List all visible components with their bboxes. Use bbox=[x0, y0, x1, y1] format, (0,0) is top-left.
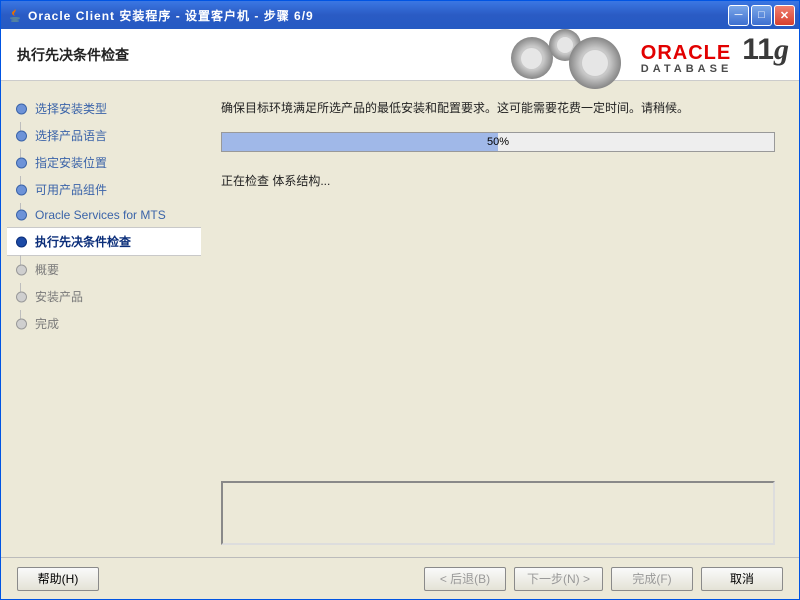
step-item: 完成 bbox=[7, 310, 201, 337]
main-panel: 确保目标环境满足所选产品的最低安装和配置要求。这可能需要花费一定时间。请稍候。 … bbox=[201, 81, 799, 557]
log-panel bbox=[221, 481, 775, 545]
step-item[interactable]: 选择产品语言 bbox=[7, 122, 201, 149]
page-title: 执行先决条件检查 bbox=[17, 45, 129, 65]
header-branding: ORACLE DATABASE 11g bbox=[479, 29, 789, 81]
help-button[interactable]: 帮助(H) bbox=[17, 567, 99, 591]
step-item[interactable]: 指定安装位置 bbox=[7, 149, 201, 176]
finish-button: 完成(F) bbox=[611, 567, 693, 591]
step-item: 安装产品 bbox=[7, 283, 201, 310]
brand-sub: DATABASE bbox=[641, 64, 732, 75]
footer: 帮助(H) < 后退(B) 下一步(N) > 完成(F) 取消 bbox=[1, 557, 799, 599]
gears-graphic bbox=[479, 29, 629, 81]
steps-sidebar: 选择安装类型选择产品语言指定安装位置可用产品组件Oracle Services … bbox=[1, 81, 201, 557]
progress-bar: 50% bbox=[221, 132, 775, 152]
progress-percent-label: 50% bbox=[222, 133, 774, 151]
instruction-text: 确保目标环境满足所选产品的最低安装和配置要求。这可能需要花费一定时间。请稍候。 bbox=[221, 99, 775, 116]
header: 执行先决条件检查 ORACLE DATABASE 11g bbox=[1, 29, 799, 81]
step-item[interactable]: 可用产品组件 bbox=[7, 176, 201, 203]
titlebar: Oracle Client 安装程序 - 设置客户机 - 步骤 6/9 ─ □ … bbox=[1, 1, 799, 29]
status-text: 正在检查 体系结构... bbox=[221, 172, 775, 189]
minimize-button[interactable]: ─ bbox=[728, 5, 749, 26]
back-button: < 后退(B) bbox=[424, 567, 506, 591]
maximize-button[interactable]: □ bbox=[751, 5, 772, 26]
gear-icon bbox=[569, 37, 621, 89]
java-icon bbox=[7, 7, 23, 23]
installer-window: Oracle Client 安装程序 - 设置客户机 - 步骤 6/9 ─ □ … bbox=[0, 0, 800, 600]
window-title: Oracle Client 安装程序 - 设置客户机 - 步骤 6/9 bbox=[28, 7, 728, 24]
next-button: 下一步(N) > bbox=[514, 567, 603, 591]
brand-name: ORACLE bbox=[641, 43, 732, 63]
cancel-button[interactable]: 取消 bbox=[701, 567, 783, 591]
oracle-logo: ORACLE DATABASE 11g bbox=[641, 35, 789, 75]
step-item[interactable]: 执行先决条件检查 bbox=[7, 227, 201, 256]
window-controls: ─ □ ✕ bbox=[728, 5, 795, 26]
gear-icon bbox=[511, 37, 553, 79]
step-item[interactable]: Oracle Services for MTS bbox=[7, 203, 201, 227]
step-item: 概要 bbox=[7, 256, 201, 283]
body: 选择安装类型选择产品语言指定安装位置可用产品组件Oracle Services … bbox=[1, 81, 799, 557]
brand-version: 11g bbox=[742, 35, 789, 65]
close-button[interactable]: ✕ bbox=[774, 5, 795, 26]
step-item[interactable]: 选择安装类型 bbox=[7, 95, 201, 122]
